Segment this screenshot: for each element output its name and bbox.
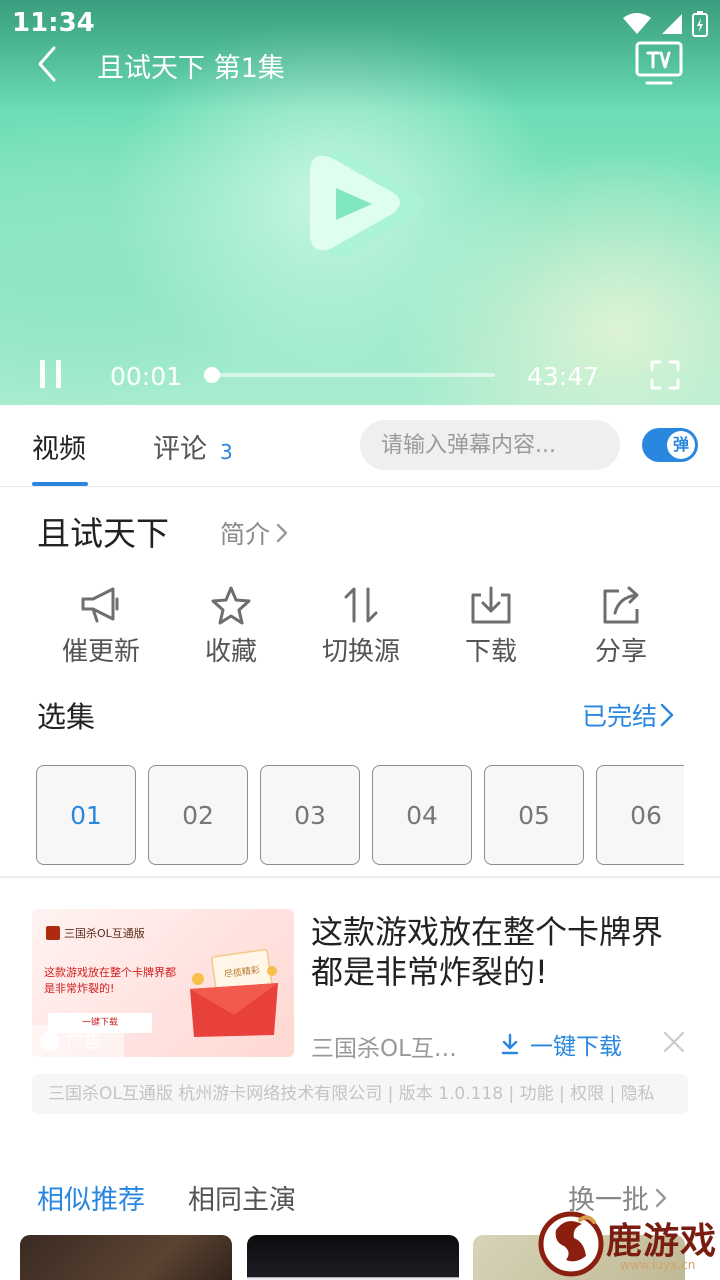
ad-thumb-brand-text: 三国杀OL互通版 [64,927,145,940]
episode-button-04[interactable]: 04 [372,765,472,865]
comments-count: 3 [220,440,233,464]
download-arrow-icon [501,1033,519,1055]
tv-icon [635,41,683,85]
share-button[interactable]: 分享 [556,585,686,675]
video-player[interactable]: 11:34 且试天下 第1集 00:01 43:47 [0,0,720,405]
tab-active-indicator [32,482,88,486]
detail-tab-bar: 视频 评论 3 弹 [0,405,720,487]
watermark-text: 鹿游戏 [606,1221,718,1262]
show-intro-link[interactable]: 简介 [220,515,290,551]
ad-thumb-line1: 这款游戏放在整个卡牌界都 [44,966,176,979]
ad-close-button[interactable] [662,1030,686,1054]
pause-bar-right [56,360,61,388]
urge-update-label: 催更新 [61,637,140,667]
ad-app-info: 三国杀OL互通版 杭州游卡网络技术有限公司 | 版本 1.0.118 | 功能 … [32,1074,688,1114]
show-intro-label: 简介 [220,520,271,549]
episodes-status: 已完结 [582,702,658,731]
status-icons [622,10,708,38]
episode-button-03[interactable]: 03 [260,765,360,865]
pause-bar-left [40,360,45,388]
recommend-card[interactable] [247,1235,459,1280]
wifi-icon [623,13,651,34]
switch-arrows-icon [344,587,378,623]
star-icon [211,586,251,625]
urge-update-button[interactable]: 催更新 [36,585,166,675]
switch-source-label: 切换源 [321,637,400,667]
ad-badge-icon [40,1031,60,1051]
danmaku-toggle[interactable]: 弹 [642,428,698,462]
show-title: 且试天下 [37,514,169,553]
pause-button[interactable] [36,356,66,392]
episode-button-05[interactable]: 05 [484,765,584,865]
chevron-left-icon [38,46,56,82]
red-envelope-icon: 尽揽精彩 [190,949,278,1037]
episode-button-01[interactable]: 01 [36,765,136,865]
danmaku-toggle-label: 弹 [667,431,695,459]
episode-button-02[interactable]: 02 [148,765,248,865]
ad-source: 三国杀OL互通版 [311,1036,471,1062]
video-title: 且试天下 第1集 [97,53,285,84]
ad-thumb-brand: 三国杀OL互通版 [46,925,145,941]
video-app-logo-icon [310,151,423,257]
current-time: 00:01 [110,362,183,391]
ad-brand-logo-icon [46,926,60,940]
episode-list: 01 02 03 04 05 06 [36,765,684,865]
battery-icon [692,11,708,37]
total-time: 43:47 [527,362,600,391]
tab-video[interactable]: 视频 [32,427,86,466]
watermark-url: www.luyx.cn [620,1258,696,1272]
tab-comments[interactable]: 评论 [153,427,207,466]
seek-thumb[interactable] [204,367,221,383]
action-row: 催更新 收藏 切换源 下载 分享 [36,585,686,675]
fullscreen-icon [650,360,680,390]
ad-badge-label: 广告 [66,1032,102,1053]
ad-headline[interactable]: 这款游戏放在整个卡牌界都是非常炸裂的! [311,912,691,992]
status-time: 11:34 [12,8,95,38]
section-divider [0,876,720,878]
close-icon [664,1032,684,1052]
download-button[interactable]: 下载 [426,585,556,675]
site-watermark: 鹿游戏 www.luyx.cn [536,1206,720,1280]
favorite-label: 收藏 [204,637,257,667]
cast-to-tv-button[interactable] [634,40,684,86]
ad-thumb-line2: 是非常炸裂的! [44,982,115,995]
ad-image[interactable]: 三国杀OL互通版 这款游戏放在整个卡牌界都 是非常炸裂的! 一键下载 尽揽精彩 … [32,909,294,1057]
favorite-button[interactable]: 收藏 [166,585,296,675]
share-icon [603,586,639,624]
switch-source-button[interactable]: 切换源 [296,585,426,675]
recommend-card[interactable] [20,1235,232,1280]
fullscreen-button[interactable] [650,360,680,390]
share-label: 分享 [594,637,647,667]
back-button[interactable] [30,42,70,86]
ad-download-label: 一键下载 [530,1034,622,1060]
episodes-title: 选集 [37,700,96,734]
signal-icon [662,14,682,34]
deer-logo-icon [538,1211,604,1277]
tab-same-cast[interactable]: 相同主演 [188,1178,296,1217]
danmaku-input[interactable] [360,420,620,470]
episodes-status-link[interactable]: 已完结 [582,697,675,733]
chevron-right-icon [660,703,674,727]
seek-bar[interactable] [204,367,495,383]
download-label: 下载 [464,637,517,667]
episode-button-06[interactable]: 06 [596,765,684,865]
download-icon [471,586,511,624]
chevron-right-icon [276,523,288,543]
ad-download-button[interactable]: 一键下载 [500,1027,622,1061]
megaphone-icon [81,587,119,623]
tab-similar-recommend[interactable]: 相似推荐 [37,1178,145,1217]
ad-badge: 广告 [32,1025,124,1057]
